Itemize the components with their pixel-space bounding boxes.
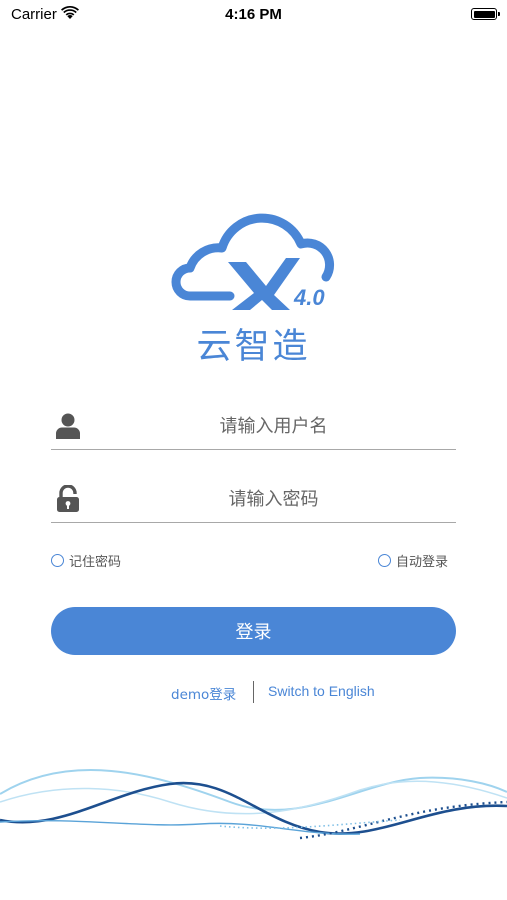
switch-language-link[interactable]: Switch to English: [268, 683, 375, 699]
remember-password-radio[interactable]: [51, 553, 64, 567]
username-input[interactable]: [91, 411, 456, 441]
battery-icon: [471, 8, 500, 20]
battery-fill: [473, 10, 495, 18]
auto-login-label: 自动登录: [396, 554, 449, 570]
user-icon: [56, 413, 80, 439]
battery-nub: [498, 12, 500, 16]
username-field[interactable]: [51, 403, 456, 450]
password-field[interactable]: [51, 476, 456, 523]
link-divider: [253, 681, 254, 703]
lock-icon: [57, 485, 79, 512]
wave-light: [0, 769, 507, 811]
footer-links: demo登录 Switch to English: [0, 681, 507, 703]
password-input[interactable]: [91, 484, 456, 514]
login-button[interactable]: 登录: [51, 607, 456, 655]
brand-logo: 4.0: [171, 213, 335, 310]
status-bar: Carrier 4:16 PM: [0, 0, 507, 30]
auto-login-radio[interactable]: [378, 553, 391, 567]
clock: 4:16 PM: [225, 6, 282, 23]
decorative-waves: [0, 769, 507, 840]
auto-login-checkbox[interactable]: 自动登录: [378, 550, 448, 570]
brand-title: 云智造: [196, 327, 311, 367]
remember-password-checkbox[interactable]: 记住密码: [51, 550, 121, 570]
x-mark-icon: [228, 258, 300, 310]
logo-version: 4.0: [293, 285, 325, 310]
demo-login-link[interactable]: demo登录: [171, 683, 236, 703]
remember-password-label: 记住密码: [69, 554, 122, 570]
